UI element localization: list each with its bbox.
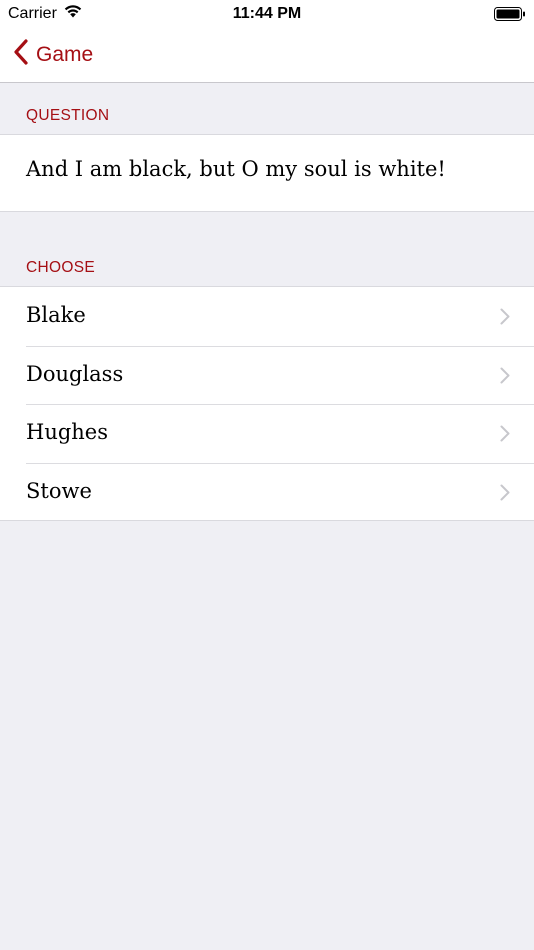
chevron-left-icon [14,39,36,71]
choice-label: Douglass [26,361,124,386]
choice-row-stowe[interactable]: Stowe [0,462,534,522]
choice-label: Hughes [26,420,109,444]
back-button[interactable]: Game [14,39,93,71]
choice-row-hughes[interactable]: Hughes [0,404,534,463]
status-bar: Carrier 11:44 PM [0,0,534,28]
choice-label: Blake [26,303,86,327]
chevron-right-icon [500,367,510,389]
battery-icon [494,7,526,21]
choose-section-header: CHOOSE [26,259,95,276]
status-time: 11:44 PM [232,5,302,22]
navigation-bar: Game [0,28,534,83]
choice-label: Stowe [26,478,92,503]
question-section-header: QUESTION [26,107,110,124]
question-text: And I am black, but O my soul is white! [26,157,446,181]
choice-row-blake[interactable]: Blake [0,287,534,346]
choice-row-douglass[interactable]: Douglass [0,345,534,405]
chevron-right-icon [500,308,510,330]
choices-list: Blake Douglass Hughes Stowe [0,286,534,521]
chevron-right-icon [500,484,510,506]
question-card: And I am black, but O my soul is white! [0,134,534,212]
back-label: Game [36,43,94,66]
chevron-right-icon [500,425,510,447]
